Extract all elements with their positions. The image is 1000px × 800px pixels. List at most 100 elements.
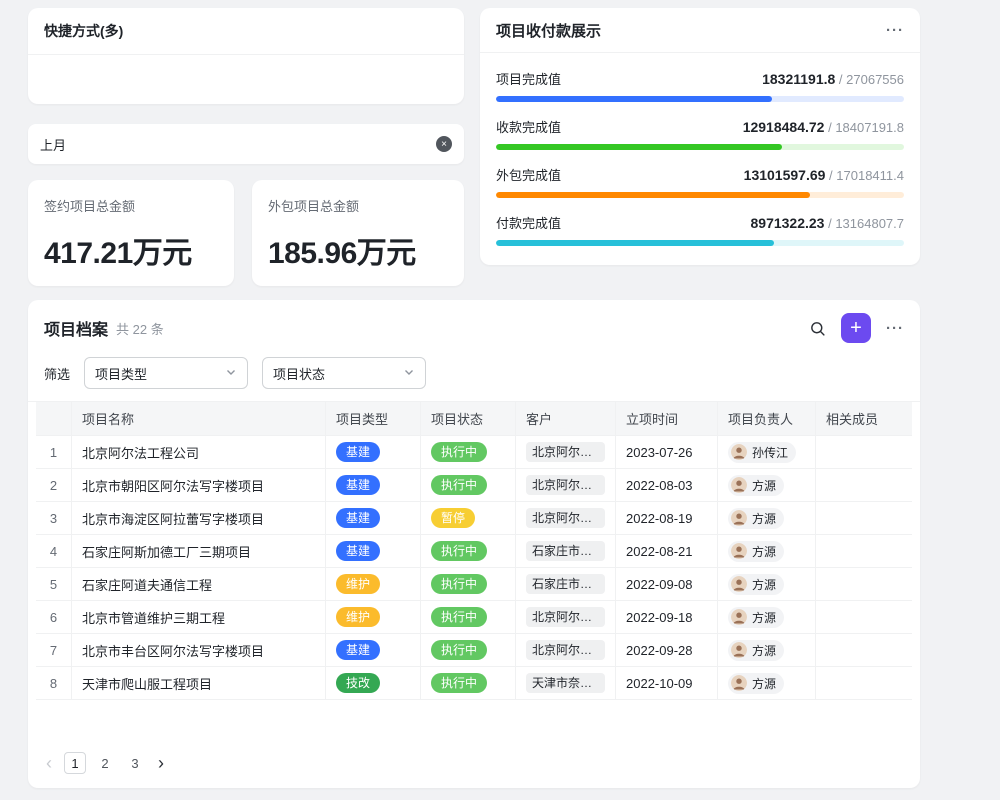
project-status-tag: 暂停 — [431, 508, 475, 528]
pagination-page-1[interactable]: 1 — [64, 752, 86, 774]
chevron-down-icon — [403, 366, 415, 381]
header-customer: 客户 — [516, 402, 616, 435]
project-type-cell: 技改 — [326, 667, 421, 699]
header-index — [36, 402, 72, 435]
filter-row: 筛选 项目类型 项目状态 — [28, 352, 920, 402]
customer-cell: 北京阿尔法… — [516, 469, 616, 501]
table-card-header: 项目档案 共 22 条 + ··· — [28, 300, 920, 352]
project-status-cell: 执行中 — [421, 667, 516, 699]
table-row[interactable]: 5 石家庄阿道夫通信工程 维护 执行中 石家庄市A县 2022-09-08 方源 — [36, 568, 912, 601]
project-type-cell: 基建 — [326, 634, 421, 666]
members-cell — [816, 634, 912, 666]
owner-name: 方源 — [752, 642, 776, 659]
shortcuts-card: 快捷方式(多) — [28, 8, 464, 104]
metric-top: 收款完成值 12918484.72 / 18407191.8 — [496, 117, 904, 136]
filter-label: 筛选 — [44, 364, 70, 383]
progress-bar-track — [496, 192, 904, 198]
pagination-next-icon[interactable]: › — [156, 754, 166, 772]
header-owner: 项目负责人 — [718, 402, 816, 435]
metric-total: / 13164807.7 — [828, 216, 904, 231]
project-status-filter[interactable]: 项目状态 — [262, 357, 426, 389]
table-card-title: 项目档案 — [44, 316, 108, 340]
project-status-tag: 执行中 — [431, 607, 487, 627]
start-date-cell: 2022-09-18 — [616, 601, 718, 633]
pagination-prev-icon[interactable]: ‹ — [44, 754, 54, 772]
row-index: 6 — [36, 601, 72, 633]
avatar — [731, 543, 747, 559]
project-status-cell: 执行中 — [421, 469, 516, 501]
project-status-cell: 暂停 — [421, 502, 516, 534]
owner-name: 方源 — [752, 576, 776, 593]
select-value: 项目类型 — [95, 364, 147, 383]
metric-label: 付款完成值 — [496, 213, 561, 232]
table-row[interactable]: 4 石家庄阿斯加德工厂三期项目 基建 执行中 石家庄市A县… 2022-08-2… — [36, 535, 912, 568]
avatar — [731, 609, 747, 625]
owner-tag: 方源 — [728, 673, 784, 694]
table-row[interactable]: 8 天津市爬山服工程项目 技改 执行中 天津市奈文… 2022-10-09 方源 — [36, 667, 912, 700]
row-index: 2 — [36, 469, 72, 501]
stat-label: 签约项目总金额 — [44, 196, 218, 215]
project-status-cell: 执行中 — [421, 634, 516, 666]
table-row[interactable]: 3 北京市海淀区阿拉蕾写字楼项目 基建 暂停 北京阿尔法… 2022-08-19… — [36, 502, 912, 535]
owner-name: 方源 — [752, 477, 776, 494]
project-type-tag: 基建 — [336, 541, 380, 561]
date-filter[interactable]: 上月 × — [28, 124, 464, 164]
clear-filter-icon[interactable]: × — [436, 136, 452, 152]
search-icon[interactable] — [809, 320, 826, 337]
owner-cell: 方源 — [718, 667, 816, 699]
project-status-cell: 执行中 — [421, 436, 516, 468]
row-index: 7 — [36, 634, 72, 666]
row-index: 4 — [36, 535, 72, 567]
metric-total: / 18407191.8 — [828, 120, 904, 135]
pagination-pages: 123 — [64, 752, 146, 774]
project-status-tag: 执行中 — [431, 442, 487, 462]
customer-tag: 石家庄市A县… — [526, 541, 605, 561]
project-type-cell: 基建 — [326, 502, 421, 534]
customer-cell: 北京阿尔法… — [516, 601, 616, 633]
payment-card-title: 项目收付款展示 — [496, 20, 601, 41]
avatar — [731, 510, 747, 526]
project-status-cell: 执行中 — [421, 568, 516, 600]
project-type-filter[interactable]: 项目类型 — [84, 357, 248, 389]
table-row[interactable]: 6 北京市管道维护三期工程 维护 执行中 北京阿尔法… 2022-09-18 方… — [36, 601, 912, 634]
owner-cell: 方源 — [718, 601, 816, 633]
table-row[interactable]: 2 北京市朝阳区阿尔法写字楼项目 基建 执行中 北京阿尔法… 2022-08-0… — [36, 469, 912, 502]
start-date-cell: 2023-07-26 — [616, 436, 718, 468]
avatar — [731, 576, 747, 592]
avatar — [731, 477, 747, 493]
project-name-cell: 北京阿尔法工程公司 — [72, 436, 326, 468]
payment-overview-card: 项目收付款展示 ··· 项目完成值 18321191.8 / 27067556 … — [480, 8, 920, 265]
table-header-row: 项目名称 项目类型 项目状态 客户 立项时间 项目负责人 相关成员 — [36, 402, 912, 436]
table-row[interactable]: 1 北京阿尔法工程公司 基建 执行中 北京阿尔法… 2023-07-26 孙传江 — [36, 436, 912, 469]
members-cell — [816, 535, 912, 567]
metric-label: 外包完成值 — [496, 165, 561, 184]
owner-tag: 方源 — [728, 475, 784, 496]
owner-tag: 方源 — [728, 508, 784, 529]
project-name-cell: 石家庄阿道夫通信工程 — [72, 568, 326, 600]
pagination-page-3[interactable]: 3 — [124, 752, 146, 774]
members-cell — [816, 667, 912, 699]
header-project-type: 项目类型 — [326, 402, 421, 435]
project-type-tag: 维护 — [336, 607, 380, 627]
add-record-button[interactable]: + — [841, 313, 871, 343]
progress-bar-fill — [496, 192, 810, 198]
avatar — [731, 642, 747, 658]
owner-tag: 方源 — [728, 541, 784, 562]
owner-name: 方源 — [752, 675, 776, 692]
metric-value: 12918484.72 — [743, 119, 825, 135]
pagination: ‹ 123 › — [44, 752, 166, 774]
avatar — [731, 675, 747, 691]
progress-bar-fill — [496, 144, 782, 150]
metric-total: / 17018411.4 — [829, 168, 904, 183]
customer-tag: 北京阿尔法… — [526, 442, 605, 462]
customer-cell: 北京阿尔法… — [516, 436, 616, 468]
customer-tag: 北京阿尔法… — [526, 508, 605, 528]
metric-top: 外包完成值 13101597.69 / 17018411.4 — [496, 165, 904, 184]
project-type-cell: 基建 — [326, 469, 421, 501]
more-icon[interactable]: ··· — [886, 23, 904, 38]
project-status-cell: 执行中 — [421, 535, 516, 567]
owner-name: 方源 — [752, 609, 776, 626]
table-row[interactable]: 7 北京市丰台区阿尔法写字楼项目 基建 执行中 北京阿尔法… 2022-09-2… — [36, 634, 912, 667]
pagination-page-2[interactable]: 2 — [94, 752, 116, 774]
more-icon[interactable]: ··· — [886, 321, 904, 336]
